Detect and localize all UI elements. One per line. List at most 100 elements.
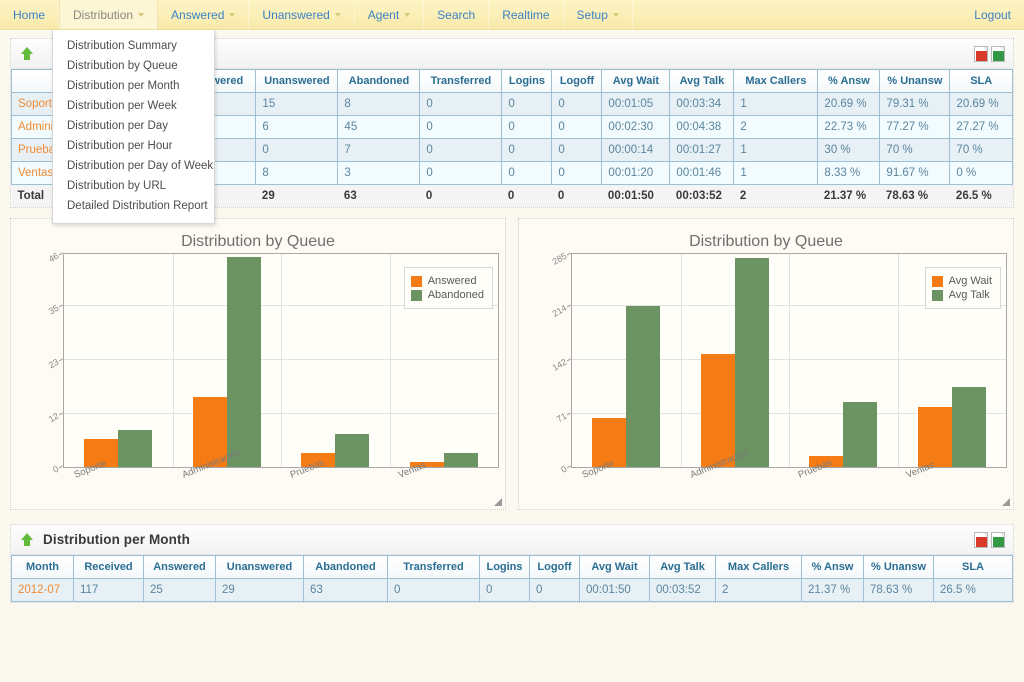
col-sla[interactable]: SLA [949,69,1013,93]
col-received[interactable]: Received [73,555,144,579]
cell-logins: 0 [501,138,553,162]
col-logoff[interactable]: Logoff [529,555,580,579]
col-avg-talk[interactable]: Avg Talk [669,69,735,93]
cell-abandoned: 3 [337,161,421,185]
menu-item-distribution-per-day-of-week[interactable]: Distribution per Day of Week [53,156,214,176]
nav-item-answered[interactable]: Answered [158,0,250,29]
cell-avg-wait: 00:02:30 [601,115,671,139]
nav-label: Unanswered [262,7,330,22]
navbar-spacer [633,0,961,29]
col-unanswered[interactable]: Unanswered [255,69,339,93]
cell-transferred: 0 [419,161,503,185]
cell-logoff: 0 [551,115,603,139]
chart2-resize-handle[interactable] [1001,497,1010,506]
month-table-head: Month Received Answered Unanswered Aband… [11,555,1013,579]
cell-abandoned: 7 [337,138,421,162]
col-pct-answ[interactable]: % Answ [801,555,864,579]
col-unanswered[interactable]: Unanswered [215,555,304,579]
legend-item[interactable]: Avg Talk [931,288,992,302]
nav-label: Home [13,7,46,22]
menu-item-detailed-distribution-report[interactable]: Detailed Distribution Report [53,196,214,216]
cell-max-callers: 2 [715,578,802,602]
excel-export-icon[interactable] [991,45,1005,62]
col-pct-unansw[interactable]: % Unansw [879,69,951,93]
nav-item-agent[interactable]: Agent [355,0,425,29]
nav-item-setup[interactable]: Setup [564,0,633,29]
menu-item-distribution-summary[interactable]: Distribution Summary [53,36,214,56]
cell-total-unanswered: 29 [255,184,338,207]
col-avg-talk[interactable]: Avg Talk [649,555,716,579]
chart1-x-labels: Soporte Administración Pruebas Ventas [63,447,499,508]
nav-label: Distribution [73,7,134,22]
menu-item-distribution-per-week[interactable]: Distribution per Week [53,96,214,116]
cell-avg-wait: 00:01:50 [579,578,650,602]
pdf-export-icon[interactable] [974,531,988,548]
distribution-dropdown-menu: Distribution Summary Distribution by Que… [52,30,215,224]
nav-item-distribution[interactable]: Distribution [59,0,159,29]
cell-unanswered: 0 [255,138,339,162]
col-avg-wait[interactable]: Avg Wait [579,555,650,579]
chart2-title: Distribution by Queue [689,233,843,250]
chart-avgwait-avgtalk: Distribution by Queue 0 71 142 214 285 S… [518,218,1014,510]
cell-logoff: 0 [529,578,580,602]
excel-export-icon[interactable] [991,531,1005,548]
nav-item-unanswered[interactable]: Unanswered [249,0,355,29]
col-month[interactable]: Month [11,555,74,579]
cell-pct-unansw: 78.63 % [863,578,934,602]
legend-item[interactable]: Avg Wait [931,274,992,288]
chart1-resize-handle[interactable] [493,497,502,506]
col-logoff[interactable]: Logoff [551,69,603,93]
menu-item-distribution-per-month[interactable]: Distribution per Month [53,76,214,96]
col-answered[interactable]: Answered [143,555,216,579]
cell-sla: 20.69 % [949,92,1013,116]
y-tick: 214 [550,302,569,319]
logout-button[interactable]: Logout [961,0,1024,29]
cell-pct-answ: 20.69 % [817,92,881,116]
cell-logoff: 0 [551,92,603,116]
col-sla[interactable]: SLA [933,555,1013,579]
cell-abandoned: 63 [303,578,388,602]
nav-item-realtime[interactable]: Realtime [489,0,564,29]
chart2-x-labels: Soporte Administración Pruebas Ventas [571,447,1007,508]
legend-item[interactable]: Abandoned [410,288,484,302]
collapse-arrow-up-icon[interactable] [19,532,35,548]
col-pct-unansw[interactable]: % Unansw [863,555,934,579]
logout-label: Logout [974,7,1011,22]
month-panel-header: Distribution per Month [11,525,1013,555]
legend-item[interactable]: Answered [410,274,484,288]
cell-month[interactable]: 2012-07 [11,578,74,602]
menu-item-distribution-by-url[interactable]: Distribution by URL [53,176,214,196]
nav-item-search[interactable]: Search [424,0,490,29]
nav-label: Setup [576,7,608,22]
menu-item-distribution-per-hour[interactable]: Distribution per Hour [53,136,214,156]
cell-transferred: 0 [419,138,503,162]
col-max-callers[interactable]: Max Callers [715,555,802,579]
legend-swatch-avg-talk [931,289,943,301]
menu-item-distribution-by-queue[interactable]: Distribution by Queue [53,56,214,76]
nav-item-home[interactable]: Home [0,0,60,29]
chart2-y-axis: 0 71 142 214 285 [529,251,571,475]
col-transferred[interactable]: Transferred [419,69,503,93]
cell-sla: 27.27 % [949,115,1013,139]
col-transferred[interactable]: Transferred [387,555,480,579]
col-max-callers[interactable]: Max Callers [733,69,819,93]
cell-avg-talk: 00:01:46 [669,161,735,185]
table-row[interactable]: 2012-07 117 25 29 63 0 0 0 00:01:50 00:0… [11,578,1013,602]
col-abandoned[interactable]: Abandoned [303,555,388,579]
chart-answered-abandoned: Distribution by Queue 0 12 23 35 46 Sopo… [10,218,506,510]
col-pct-answ[interactable]: % Answ [817,69,881,93]
chart2-legend: Avg Wait Avg Talk [924,267,1001,309]
collapse-arrow-up-icon[interactable] [19,46,35,62]
cell-avg-wait: 00:00:14 [601,138,671,162]
pdf-export-icon[interactable] [974,45,988,62]
col-logins[interactable]: Logins [479,555,530,579]
cell-max-callers: 1 [733,161,819,185]
nav-label: Realtime [502,7,550,22]
cell-unanswered: 6 [255,115,339,139]
col-logins[interactable]: Logins [501,69,553,93]
col-avg-wait[interactable]: Avg Wait [601,69,671,93]
menu-item-distribution-per-day[interactable]: Distribution per Day [53,116,214,136]
legend-swatch-avg-wait [931,275,943,287]
col-abandoned[interactable]: Abandoned [337,69,421,93]
chevron-down-icon [138,12,145,17]
